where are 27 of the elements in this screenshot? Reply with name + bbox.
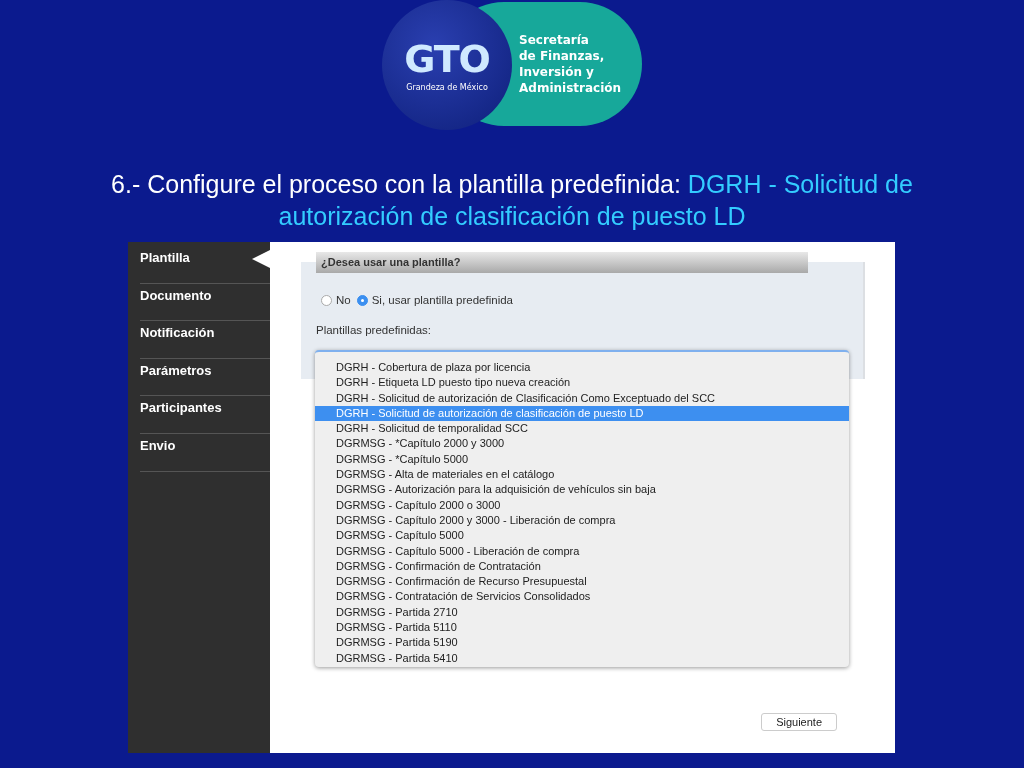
- dropdown-option[interactable]: DGRH - Etiqueta LD puesto tipo nueva creación: [315, 375, 849, 391]
- dropdown-option[interactable]: DGRMSG - Partida 5190: [315, 635, 849, 651]
- dropdown-option[interactable]: DGRMSG - Capítulo 2000 y 3000 - Liberación de compra: [315, 512, 849, 529]
- dropdown-option[interactable]: DGRMSG - Capítulo 5000: [315, 528, 849, 544]
- radio-icon[interactable]: [356, 294, 368, 306]
- radio-option[interactable]: No: [321, 294, 351, 306]
- dropdown-option[interactable]: DGRMSG - Capítulo 2000 o 3000: [315, 497, 849, 513]
- dropdown-option[interactable]: DGRMSG - Partida 5110: [315, 620, 849, 636]
- radio-icon[interactable]: [321, 294, 332, 306]
- dropdown-option[interactable]: DGRH - Solicitud de autorización de Clasificación Como Exceptuado del SCC: [315, 390, 849, 406]
- dropdown-option[interactable]: DGRMSG - *Capítulo 5000: [315, 451, 849, 468]
- dropdown-option[interactable]: DGRMSG - Partida 2710: [315, 604, 849, 621]
- dropdown-option[interactable]: DGRMSG - Alta de materiales en el catálogo: [315, 467, 849, 483]
- dropdown-option[interactable]: DGRMSG - Contratación de Servicios Consolidados: [315, 589, 849, 605]
- radio-option[interactable]: Si, usar plantilla predefinida: [356, 294, 513, 306]
- dropdown-option[interactable]: DGRMSG - Confirmación de Recurso Presupuestal: [315, 574, 849, 590]
- dropdown-option[interactable]: DGRMSG - Autorización para la adquisición de vehículos sin baja: [315, 482, 849, 498]
- dropdown-option[interactable]: DGRH - Cobertura de plaza por licencia: [315, 360, 849, 376]
- next-button[interactable]: Siguiente: [761, 713, 837, 731]
- dropdown-option[interactable]: DGRMSG - Capítulo 5000 - Liberación de compra: [315, 543, 849, 559]
- dropdown-option[interactable]: DGRH - Solicitud de temporalidad SCC: [315, 421, 849, 437]
- slide-title: 6.- Configure el proceso con la plantilla predefinida: DGRH - Solicitud de autorización de clasificación de puesto LD: [110, 169, 914, 232]
- dropdown-option[interactable]: DGRMSG - Confirmación de Contratación: [315, 558, 849, 575]
- dropdown-option[interactable]: DGRMSG - *Capítulo 2000 y 3000: [315, 436, 849, 452]
- section-header: ¿Desea usar una plantilla?: [316, 252, 808, 273]
- dropdown-option[interactable]: DGRMSG - Partida 5410: [315, 650, 849, 666]
- field-label: Plantillas predefinidas:: [316, 324, 433, 336]
